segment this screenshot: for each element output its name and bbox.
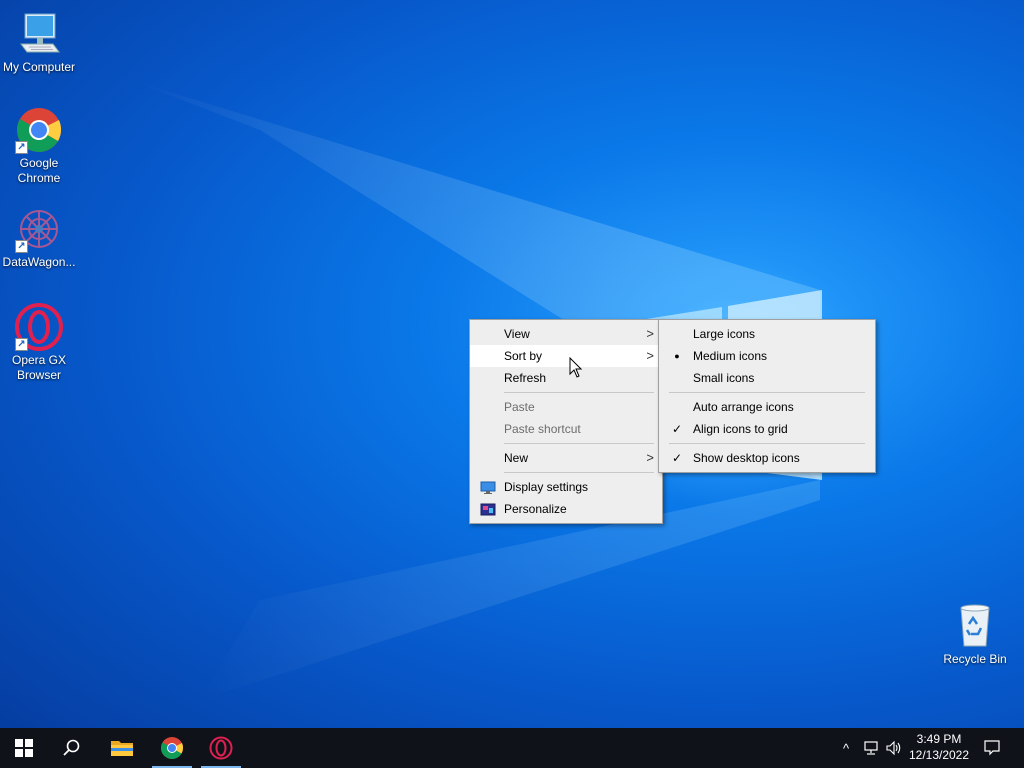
desktop-icon-my-computer[interactable]: My Computer — [0, 10, 78, 75]
notification-icon — [984, 740, 1000, 756]
taskbar: ^ 3:49 PM 12/13/2022 — [0, 728, 1024, 768]
submenu-item-label: Small icons — [693, 371, 755, 385]
submenu-item-align-to-grid[interactable]: ✓ Align icons to grid — [659, 418, 875, 440]
menu-item-new[interactable]: New > — [470, 447, 662, 469]
menu-separator — [504, 443, 654, 444]
desktop-icon-opera-gx[interactable]: ↗ Opera GX Browser — [0, 303, 78, 383]
network-button[interactable] — [860, 728, 882, 768]
shortcut-arrow-icon: ↗ — [15, 338, 28, 351]
desktop-context-menu: View > Sort by > Refresh Paste Paste sho… — [469, 319, 663, 524]
submenu-item-large-icons[interactable]: Large icons — [659, 323, 875, 345]
menu-item-label: View — [504, 327, 530, 341]
action-center-button[interactable] — [978, 728, 1006, 768]
search-button[interactable] — [48, 728, 96, 768]
menu-item-label: Sort by — [504, 349, 543, 363]
personalize-icon — [480, 498, 496, 520]
menu-item-label: Personalize — [504, 502, 567, 516]
chevron-right-icon: > — [646, 326, 654, 341]
submenu-item-show-desktop-icons[interactable]: ✓ Show desktop icons — [659, 447, 875, 469]
chrome-icon — [161, 737, 184, 759]
menu-item-view[interactable]: View > — [470, 323, 662, 345]
menu-item-label: Refresh — [504, 371, 547, 385]
chrome-taskbar-button[interactable] — [148, 728, 196, 768]
menu-separator — [669, 443, 865, 444]
desktop-icon-datawagon[interactable]: ↗ DataWagon... — [0, 205, 78, 270]
menu-separator — [669, 392, 865, 393]
view-submenu: Large icons ● Medium icons Small icons A… — [658, 319, 876, 473]
menu-item-refresh[interactable]: Refresh — [470, 367, 662, 389]
opera-gx-taskbar-button[interactable] — [197, 728, 245, 768]
desktop-icon-label: Google Chrome — [17, 156, 61, 185]
menu-item-display-settings[interactable]: Display settings — [470, 476, 662, 498]
speaker-icon — [886, 741, 901, 755]
shortcut-arrow-icon: ↗ — [15, 141, 28, 154]
menu-item-label: Paste shortcut — [504, 422, 581, 436]
show-hidden-icons-button[interactable]: ^ — [836, 728, 856, 768]
clock-date: 12/13/2022 — [908, 748, 970, 762]
menu-item-paste[interactable]: Paste — [470, 396, 662, 418]
recycle-bin-icon — [951, 602, 999, 650]
desktop-icon-google-chrome[interactable]: ↗ Google Chrome — [0, 106, 78, 186]
submenu-item-small-icons[interactable]: Small icons — [659, 367, 875, 389]
file-explorer-button[interactable] — [98, 728, 146, 768]
datawagon-icon: ↗ — [15, 205, 63, 253]
chevron-up-icon: ^ — [842, 740, 850, 756]
clock-time: 3:49 PM — [916, 732, 962, 746]
menu-item-personalize[interactable]: Personalize — [470, 498, 662, 520]
menu-item-label: Display settings — [504, 480, 589, 494]
chevron-right-icon: > — [646, 450, 654, 465]
menu-separator — [504, 472, 654, 473]
menu-separator — [504, 392, 654, 393]
chrome-icon: ↗ — [15, 106, 63, 154]
desktop-icon-label: Recycle Bin — [943, 652, 1007, 666]
submenu-item-label: Align icons to grid — [693, 422, 788, 436]
taskbar-clock[interactable]: 3:49 PM 12/13/2022 — [904, 731, 974, 763]
desktop-icon-recycle-bin[interactable]: Recycle Bin — [936, 602, 1014, 667]
menu-item-paste-shortcut[interactable]: Paste shortcut — [470, 418, 662, 440]
menu-item-sort-by[interactable]: Sort by > — [470, 345, 662, 367]
desktop-icon-label: My Computer — [2, 60, 76, 74]
submenu-item-label: Auto arrange icons — [693, 400, 794, 414]
opera-gx-icon: ↗ — [15, 303, 63, 351]
shortcut-arrow-icon: ↗ — [15, 240, 28, 253]
search-icon — [63, 739, 80, 756]
radio-bullet-icon: ● — [674, 351, 680, 361]
volume-button[interactable] — [883, 728, 905, 768]
network-icon — [864, 741, 878, 755]
menu-item-label: Paste — [504, 400, 535, 414]
checkmark-icon: ✓ — [671, 451, 683, 465]
submenu-item-label: Large icons — [693, 327, 756, 341]
computer-icon — [15, 10, 63, 58]
submenu-item-label: Medium icons — [693, 349, 768, 363]
checkmark-icon: ✓ — [671, 422, 683, 436]
mouse-cursor-icon — [569, 357, 583, 378]
start-button[interactable] — [0, 728, 48, 768]
submenu-item-label: Show desktop icons — [693, 451, 800, 465]
start-icon — [15, 739, 33, 757]
submenu-item-medium-icons[interactable]: ● Medium icons — [659, 345, 875, 367]
chevron-right-icon: > — [646, 348, 654, 363]
desktop-icon-label: DataWagon... — [2, 255, 76, 269]
menu-item-label: New — [504, 451, 529, 465]
submenu-item-auto-arrange[interactable]: Auto arrange icons — [659, 396, 875, 418]
file-explorer-icon — [111, 741, 133, 756]
desktop-icon-label: Opera GX Browser — [11, 353, 67, 382]
display-settings-icon — [480, 476, 496, 498]
opera-gx-icon — [209, 736, 233, 760]
